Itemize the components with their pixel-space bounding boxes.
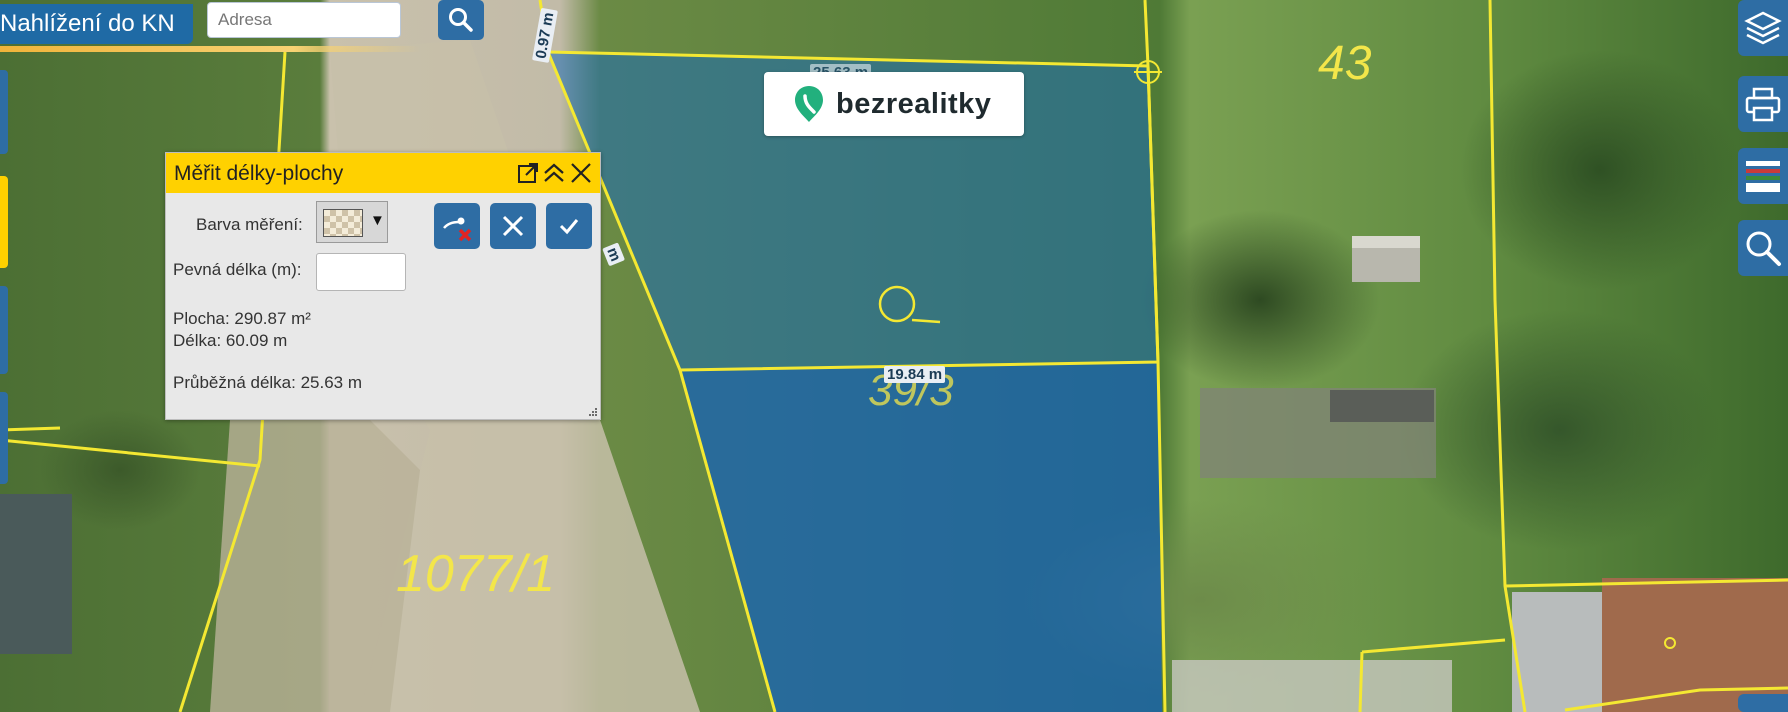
close-icon — [502, 215, 524, 237]
address-search-input[interactable] — [207, 2, 401, 38]
dropdown-arrow-icon: ▼ — [370, 212, 385, 229]
legend-icon — [1746, 161, 1780, 192]
dialog-header[interactable]: Měřit délky-plochy — [166, 153, 600, 193]
layers-button[interactable] — [1738, 0, 1788, 56]
remove-point-button[interactable] — [434, 203, 480, 249]
popout-button[interactable] — [515, 160, 541, 186]
fixed-length-input[interactable] — [316, 253, 406, 291]
parcel-label-1077-1: 1077/1 — [396, 545, 556, 603]
color-swatch — [323, 209, 363, 237]
top-bar: Nahlížení do KN — [0, 0, 495, 52]
left-panel-tab[interactable] — [0, 392, 8, 484]
edge-length-label: 19.84 m — [884, 366, 946, 383]
parcel-label-43: 43 — [1318, 37, 1372, 90]
left-panel-tab[interactable] — [0, 176, 8, 268]
left-panel-tab[interactable] — [0, 286, 8, 374]
cancel-measure-button[interactable] — [490, 203, 536, 249]
search-button[interactable] — [438, 0, 484, 40]
app-title[interactable]: Nahlížení do KN — [0, 4, 193, 44]
measure-dialog: Měřit délky-plochy Barva měření: ▼ Pevná… — [165, 152, 601, 420]
title-underline — [0, 46, 420, 52]
confirm-measure-button[interactable] — [546, 203, 592, 249]
magnifier-icon — [1746, 231, 1781, 266]
logo-text: bezrealitky — [836, 87, 992, 120]
close-dialog-button[interactable] — [568, 160, 594, 186]
fixed-length-label: Pevná délka (m): — [173, 260, 302, 279]
running-length-value: Průběžná délka: 25.63 m — [173, 373, 363, 392]
search-icon — [449, 8, 473, 32]
pin-logo-icon — [795, 86, 823, 122]
left-panel-tab[interactable] — [0, 70, 8, 154]
bezrealitky-logo: bezrealitky — [764, 72, 1024, 136]
legend-button[interactable] — [1738, 148, 1788, 204]
close-icon — [571, 163, 591, 183]
length-value: Délka: 60.09 m — [173, 331, 288, 350]
check-icon — [559, 219, 579, 235]
resize-handle-icon[interactable] — [588, 407, 598, 417]
print-button[interactable] — [1738, 76, 1788, 132]
printer-icon — [1745, 87, 1781, 122]
external-link-icon — [518, 163, 538, 183]
right-panel-edge — [1738, 694, 1788, 712]
layers-icon — [1744, 11, 1782, 45]
collapse-button[interactable] — [541, 160, 567, 186]
remove-point-icon — [443, 217, 472, 242]
dialog-title: Měřit délky-plochy — [174, 162, 344, 185]
double-chevron-up-icon — [544, 163, 564, 182]
area-value: Plocha: 290.87 m² — [173, 309, 311, 328]
zoom-button[interactable] — [1738, 220, 1788, 276]
measure-color-select[interactable]: ▼ — [316, 201, 388, 243]
color-label: Barva měření: — [196, 215, 303, 234]
